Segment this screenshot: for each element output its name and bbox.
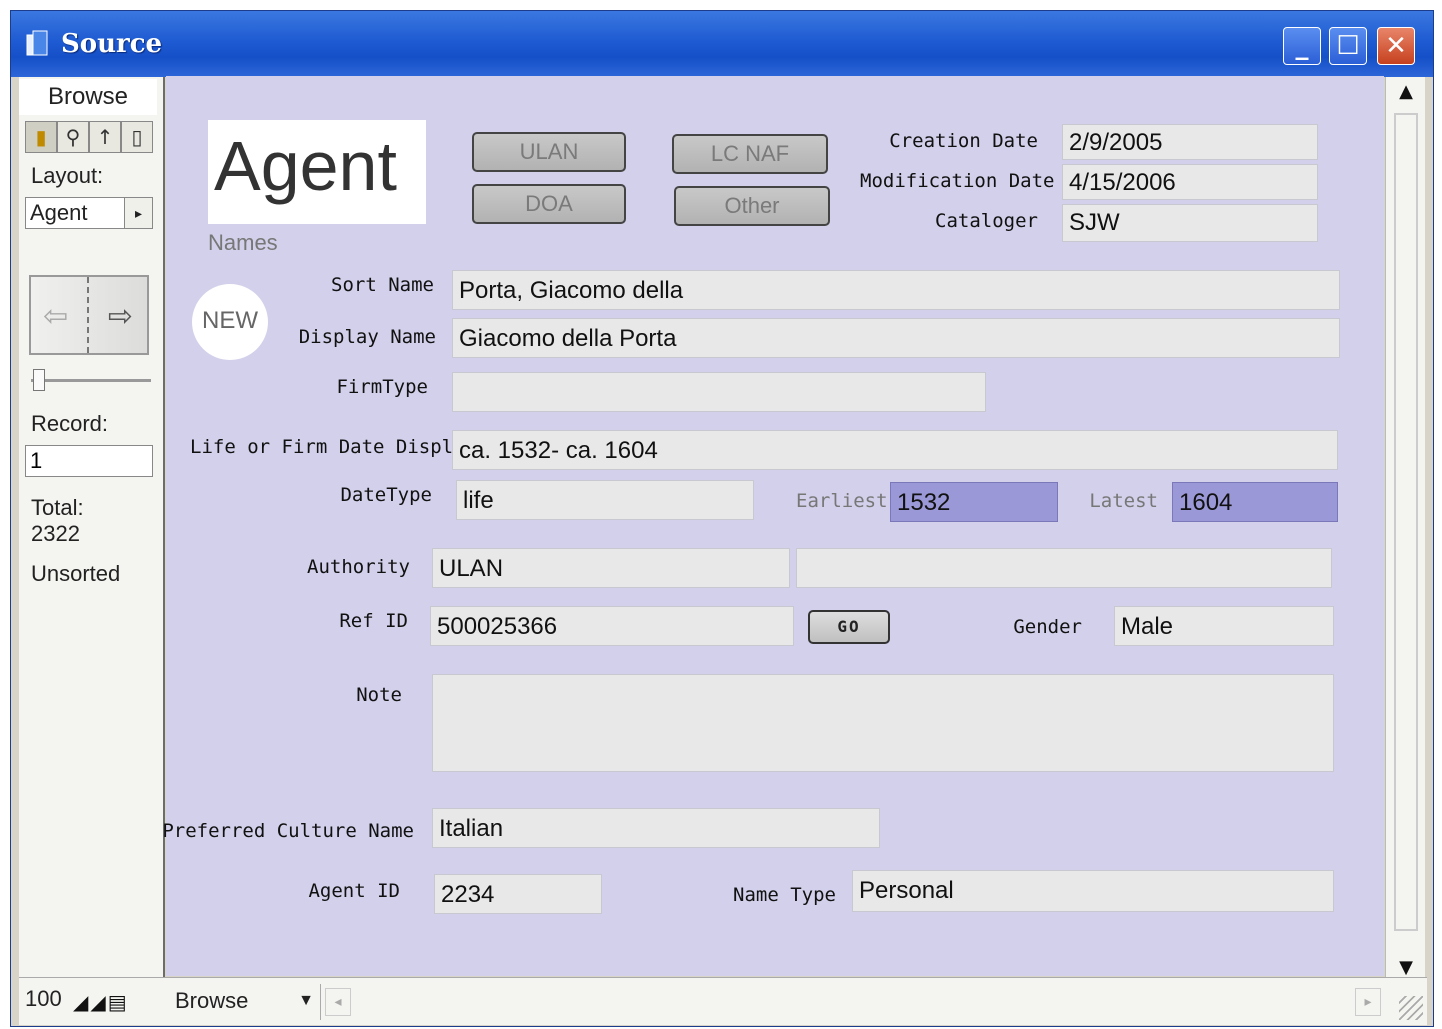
- zoom-level[interactable]: 100: [25, 986, 62, 1012]
- note-field[interactable]: [432, 674, 1334, 772]
- modification-date-label: Modification Date: [860, 170, 1055, 192]
- name-type-field[interactable]: Personal: [852, 870, 1334, 912]
- firm-type-label: FirmType: [336, 376, 428, 398]
- date-display-field[interactable]: ca. 1532- ca. 1604: [452, 430, 1338, 470]
- mode-dropdown-value: Browse: [175, 988, 249, 1013]
- scroll-up-icon[interactable]: ▲: [1392, 81, 1420, 102]
- sort-name-label: Sort Name: [331, 274, 434, 296]
- close-button[interactable]: ✕: [1377, 27, 1415, 65]
- firm-type-field[interactable]: [452, 372, 986, 412]
- status-area: Browse ▮ ⚲ ↑ ▯ Layout: Agent ▸ ⇦ ⇨ Recor…: [19, 77, 165, 993]
- authority-label: Authority: [307, 556, 410, 578]
- culture-field[interactable]: Italian: [432, 808, 880, 848]
- zoom-out-icon[interactable]: ◢: [73, 990, 90, 1014]
- mode-dropdown[interactable]: Browse ▼: [171, 984, 321, 1020]
- sort-name-field[interactable]: Porta, Giacomo della: [452, 270, 1340, 310]
- latest-label: Latest: [1089, 490, 1158, 512]
- lc-naf-button[interactable]: LC NAF: [672, 134, 828, 174]
- zoom-controls: ◢◢▤: [73, 990, 129, 1014]
- cataloger-label: Cataloger: [935, 210, 1038, 232]
- cataloger-field[interactable]: SJW: [1062, 204, 1318, 242]
- record-label: Record:: [31, 411, 109, 436]
- layout-dropdown-value: Agent: [30, 200, 88, 225]
- name-type-label: Name Type: [733, 884, 836, 906]
- latest-field[interactable]: 1604: [1172, 482, 1338, 522]
- maximize-icon: ☐: [1336, 31, 1360, 61]
- mode-toolbar: ▮ ⚲ ↑ ▯: [25, 121, 153, 153]
- record-slider-thumb[interactable]: [33, 369, 45, 391]
- next-record-icon[interactable]: ⇨: [108, 299, 133, 334]
- gender-field[interactable]: Male: [1114, 606, 1334, 646]
- ref-id-label: Ref ID: [339, 610, 408, 632]
- ref-id-field[interactable]: 500025366: [430, 606, 794, 646]
- maximize-button[interactable]: ☐: [1329, 27, 1367, 65]
- mode-label: Browse: [19, 79, 157, 115]
- title-bar[interactable]: Source _ ☐ ✕: [11, 11, 1433, 77]
- window-title: Source: [61, 29, 163, 59]
- doa-button[interactable]: DOA: [472, 184, 626, 224]
- creation-date-field[interactable]: 2/9/2005: [1062, 124, 1318, 160]
- minimize-icon: _: [1295, 31, 1309, 61]
- scroll-track[interactable]: [1394, 113, 1418, 931]
- scroll-left-icon[interactable]: ◂: [325, 988, 351, 1016]
- resize-grip-icon[interactable]: [1399, 996, 1423, 1020]
- close-icon: ✕: [1385, 31, 1407, 61]
- book-spine: [87, 277, 95, 353]
- display-name-field[interactable]: Giacomo della Porta: [452, 318, 1340, 358]
- authority-field[interactable]: ULAN: [432, 548, 790, 588]
- date-type-label: DateType: [340, 484, 432, 506]
- gender-label: Gender: [1013, 616, 1082, 638]
- go-button[interactable]: GO: [808, 610, 890, 644]
- zoom-in-icon[interactable]: ◢: [90, 990, 107, 1014]
- sort-status: Unsorted: [31, 561, 121, 586]
- preview-mode-icon[interactable]: ▯: [121, 121, 153, 153]
- creation-date-label: Creation Date: [889, 130, 1038, 152]
- layout-mode-icon[interactable]: ↑: [89, 121, 121, 153]
- date-display-label: Life or Firm Date Display: [190, 436, 476, 458]
- mode-dropdown-arrow-icon: ▼: [298, 992, 314, 1009]
- authority-extra-field[interactable]: [796, 548, 1332, 588]
- layout-heading-text: Agent: [214, 127, 397, 205]
- total-count: 2322: [31, 521, 80, 546]
- status-area-toggle-icon[interactable]: ▤: [108, 990, 129, 1014]
- new-record-button[interactable]: NEW: [192, 284, 268, 360]
- minimize-button[interactable]: _: [1283, 27, 1321, 65]
- earliest-field[interactable]: 1532: [890, 482, 1058, 522]
- record-book-icon[interactable]: ⇦ ⇨: [29, 275, 149, 355]
- date-type-field[interactable]: life: [456, 480, 754, 520]
- previous-record-icon[interactable]: ⇦: [43, 299, 68, 334]
- find-mode-icon[interactable]: ⚲: [57, 121, 89, 153]
- vertical-scrollbar[interactable]: ▲ ▼: [1385, 77, 1425, 997]
- bottom-status-bar: 100 ◢◢▤ Browse ▼ ◂ ▸: [19, 977, 1427, 1025]
- ulan-button[interactable]: ULAN: [472, 132, 626, 172]
- agent-id-field[interactable]: 2234: [434, 874, 602, 914]
- layout-label: Layout:: [31, 163, 104, 188]
- total-label: Total:: [31, 495, 84, 520]
- other-button[interactable]: Other: [674, 186, 830, 226]
- layout-dropdown[interactable]: Agent ▸: [25, 197, 153, 229]
- browse-mode-icon[interactable]: ▮: [25, 121, 57, 153]
- record-number-input[interactable]: 1: [25, 445, 153, 477]
- scroll-right-icon[interactable]: ▸: [1355, 988, 1381, 1016]
- agent-id-label: Agent ID: [308, 880, 400, 902]
- scroll-down-icon[interactable]: ▼: [1392, 957, 1420, 978]
- record-slider-track: [31, 379, 151, 382]
- names-section-label: Names: [208, 230, 278, 255]
- filemaker-app-icon: [26, 30, 48, 56]
- dropdown-arrow-icon: ▸: [124, 198, 152, 228]
- culture-label: Preferred Culture Name: [162, 820, 414, 842]
- display-name-label: Display Name: [298, 326, 436, 348]
- earliest-label: Earliest: [796, 490, 888, 512]
- note-label: Note: [356, 684, 402, 706]
- layout-heading: Agent: [208, 120, 426, 224]
- modification-date-field[interactable]: 4/15/2006: [1062, 164, 1318, 200]
